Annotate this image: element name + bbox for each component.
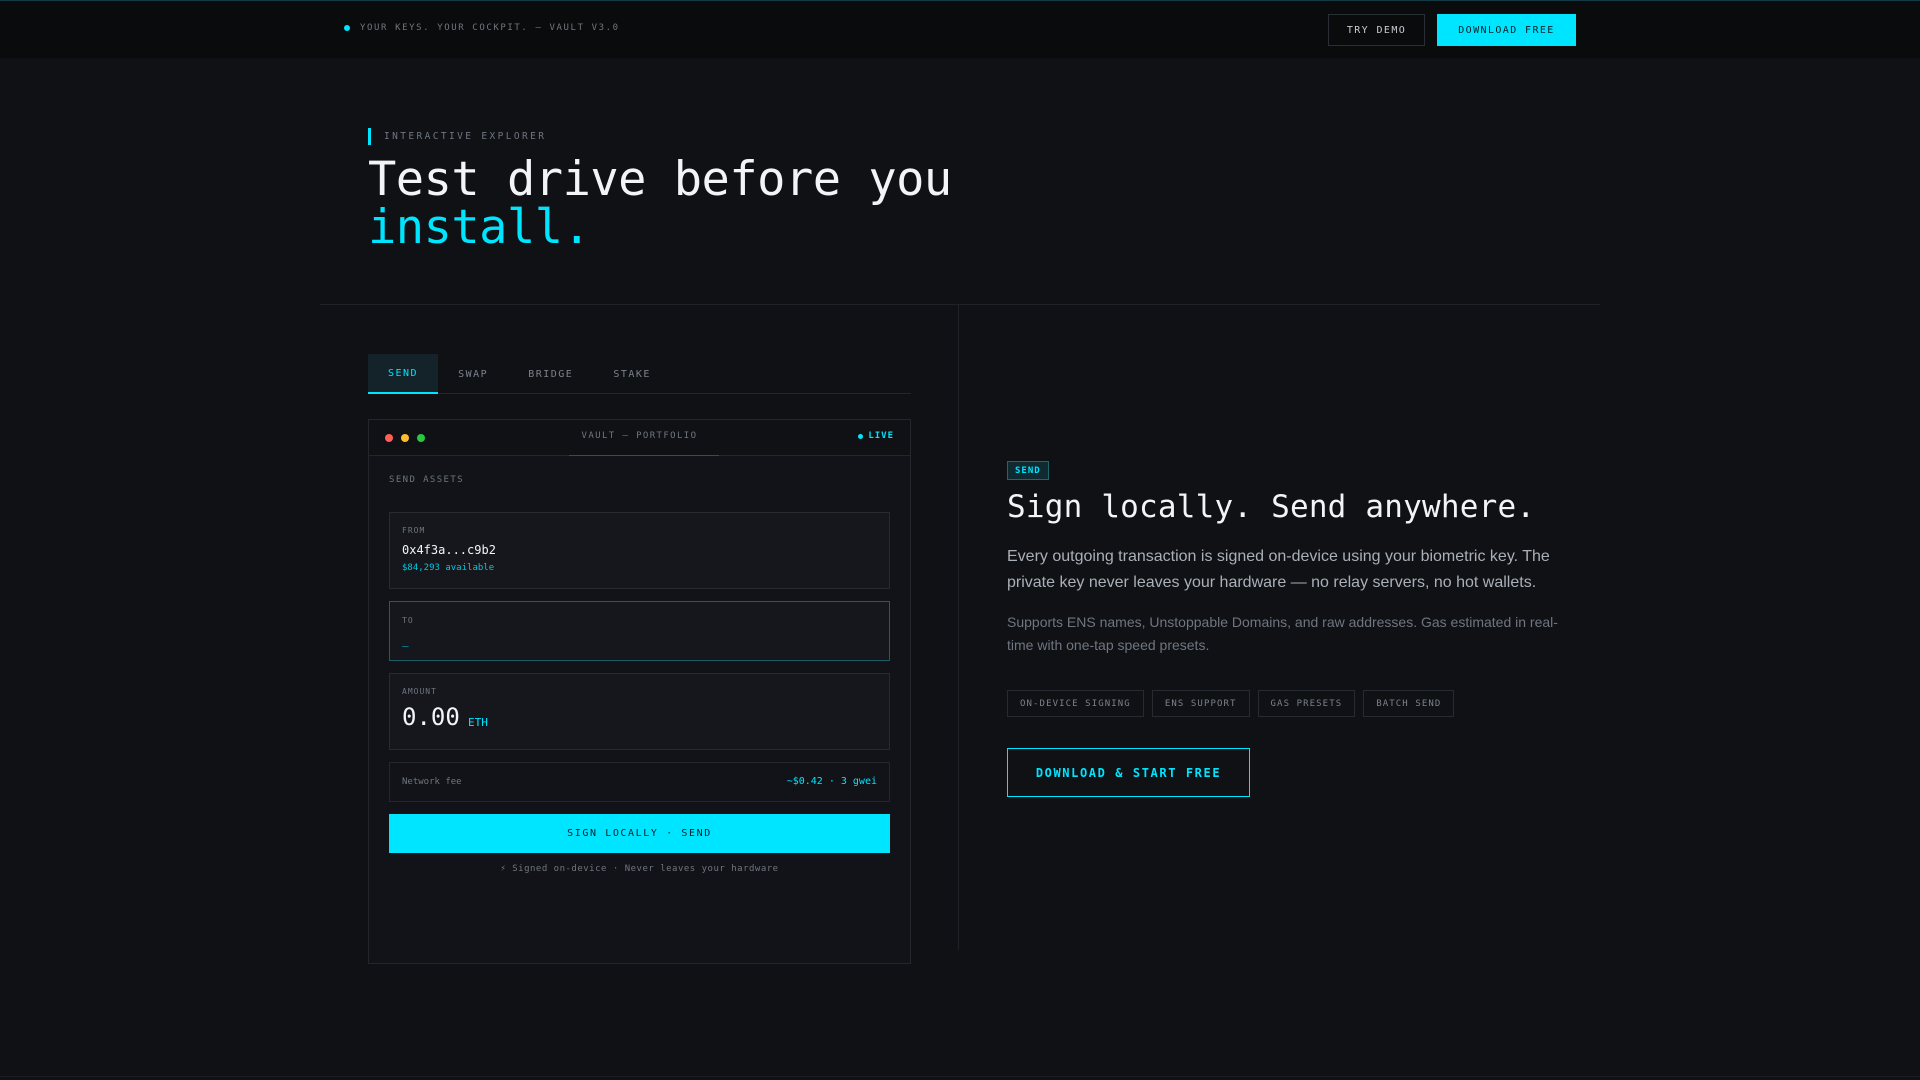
signing-note: ⚡ Signed on-device · Never leaves your h… bbox=[500, 864, 779, 874]
available-balance: $84,293 available bbox=[402, 563, 495, 573]
amount-unit: ETH bbox=[468, 716, 488, 729]
top-bar: YOUR KEYS. YOUR COCKPIT. — VAULT V3.0 TR… bbox=[0, 0, 1920, 58]
feature-title: Sign locally. Send anywhere. bbox=[1007, 489, 1536, 525]
page-title-line1: Test drive before you bbox=[368, 152, 952, 207]
window-titlebar: VAULT — PORTFOLIO LIVE bbox=[369, 420, 910, 456]
feature-subtext: Supports ENS names, Unstoppable Domains,… bbox=[1007, 614, 1558, 653]
titlebar-accent-line bbox=[569, 455, 719, 456]
from-address: 0x4f3a...c9b2 bbox=[402, 543, 496, 557]
from-field[interactable]: FROM 0x4f3a...c9b2 $84,293 available bbox=[389, 512, 890, 589]
network-fee-value: ~$0.42 · 3 gwei bbox=[786, 776, 877, 787]
tab-bridge[interactable]: BRIDGE bbox=[508, 354, 593, 394]
tagline: YOUR KEYS. YOUR COCKPIT. — VAULT V3.0 bbox=[344, 23, 620, 33]
tab-swap[interactable]: SWAP bbox=[438, 354, 508, 394]
column-divider bbox=[958, 305, 959, 950]
chip-gas-presets: GAS PRESETS bbox=[1257, 690, 1356, 717]
feature-tabs: SEND SWAP BRIDGE STAKE bbox=[368, 354, 911, 394]
live-dot-icon bbox=[858, 433, 864, 439]
tab-send[interactable]: SEND bbox=[368, 354, 439, 394]
try-demo-button[interactable]: TRY DEMO bbox=[1328, 14, 1425, 46]
live-status-badge: LIVE bbox=[858, 431, 894, 441]
to-label: TO bbox=[402, 616, 414, 625]
download-free-button[interactable]: DOWNLOAD FREE bbox=[1437, 14, 1576, 46]
to-field[interactable]: TO _ bbox=[389, 601, 890, 661]
tab-stake[interactable]: STAKE bbox=[593, 354, 671, 394]
section-eyebrow: INTERACTIVE EXPLORER bbox=[368, 128, 546, 145]
feature-chips: ON-DEVICE SIGNING ENS SUPPORT GAS PRESET… bbox=[1007, 690, 1455, 717]
window-title: VAULT — PORTFOLIO bbox=[581, 431, 698, 441]
network-fee-label: Network fee bbox=[402, 777, 462, 787]
status-dot-icon bbox=[344, 25, 350, 31]
send-assets-label: SEND ASSETS bbox=[389, 475, 465, 485]
download-start-free-button[interactable]: DOWNLOAD & START FREE bbox=[1007, 748, 1250, 797]
page-title: Test drive before you install. bbox=[368, 156, 952, 252]
amount-field[interactable]: AMOUNT 0.00 ETH bbox=[389, 673, 890, 750]
amount-label: AMOUNT bbox=[402, 687, 437, 696]
chip-on-device-signing: ON-DEVICE SIGNING bbox=[1007, 690, 1144, 717]
feature-description: Every outgoing transaction is signed on-… bbox=[1007, 548, 1550, 591]
section-divider bbox=[320, 304, 1600, 305]
to-input-cursor[interactable]: _ bbox=[402, 634, 409, 647]
feature-badge: SEND bbox=[1007, 461, 1049, 480]
amount-value[interactable]: 0.00 bbox=[402, 703, 460, 731]
portfolio-window: VAULT — PORTFOLIO LIVE SEND ASSETS FROM … bbox=[368, 419, 911, 964]
from-label: FROM bbox=[402, 526, 426, 535]
chip-batch-send: BATCH SEND bbox=[1363, 690, 1455, 717]
live-label: LIVE bbox=[868, 431, 894, 441]
bottom-divider bbox=[0, 1076, 1920, 1077]
tagline-text: YOUR KEYS. YOUR COCKPIT. — VAULT V3.0 bbox=[360, 23, 620, 33]
chip-ens-support: ENS SUPPORT bbox=[1151, 690, 1250, 717]
network-fee-row: Network fee ~$0.42 · 3 gwei bbox=[389, 762, 890, 802]
page-title-accent: install. bbox=[368, 200, 591, 255]
sign-send-button[interactable]: SIGN LOCALLY · SEND bbox=[389, 814, 890, 853]
